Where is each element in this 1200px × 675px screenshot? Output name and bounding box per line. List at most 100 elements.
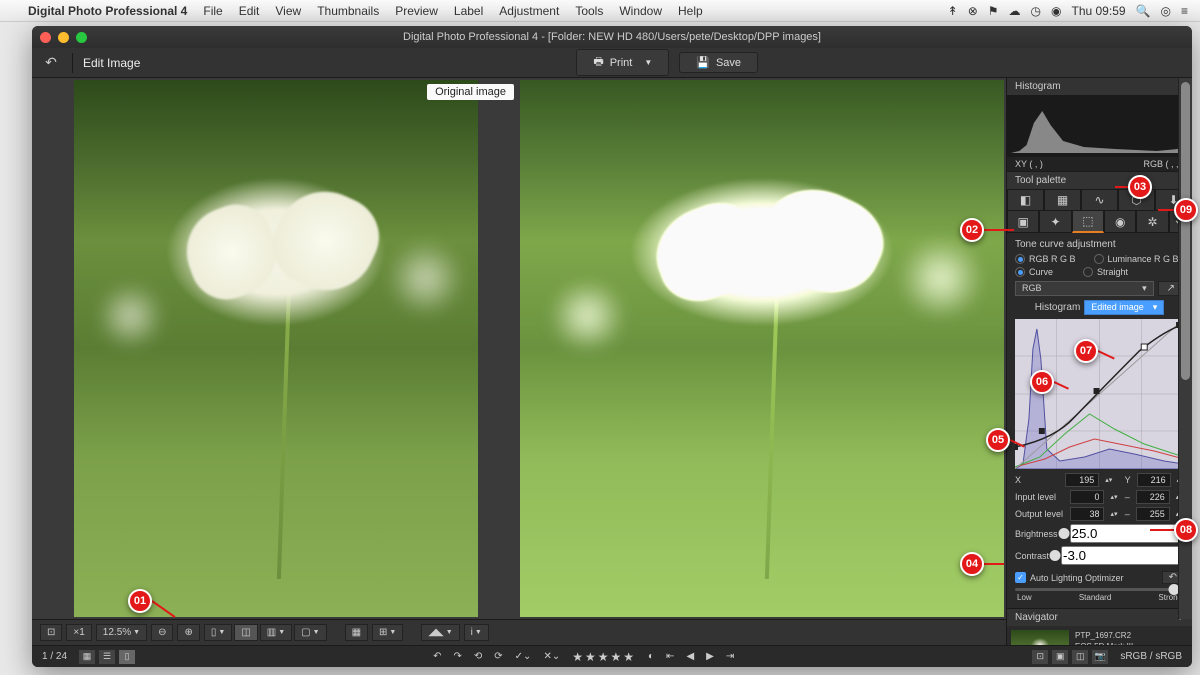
menu-item-view[interactable]: View [275, 4, 301, 18]
menu-item-label[interactable]: Label [454, 4, 483, 18]
contrast-value[interactable] [1061, 546, 1192, 565]
rgb-mode-radio[interactable]: RGB R G B [1015, 254, 1076, 264]
x-input[interactable] [1065, 473, 1099, 487]
original-pane[interactable]: Original image [34, 80, 518, 617]
tool-palette-header[interactable]: Tool palette▼ [1007, 172, 1192, 189]
curve-type-radio[interactable]: Curve [1015, 267, 1053, 277]
check-icon[interactable]: ✓⌄ [515, 651, 532, 662]
menu-item-help[interactable]: Help [678, 4, 703, 18]
next-icon[interactable]: ▶ [706, 651, 714, 662]
app-window: Digital Photo Professional 4 - [Folder: … [32, 26, 1192, 667]
color-label-icon[interactable]: ◐ [648, 651, 654, 662]
menu-item-window[interactable]: Window [619, 4, 662, 18]
last-icon[interactable]: ⇥ [726, 651, 734, 662]
star-rating[interactable]: ★★★★★ [572, 650, 636, 664]
pin2-icon[interactable]: ▣ [1052, 650, 1068, 664]
close-button[interactable] [40, 32, 51, 43]
zoom-button[interactable] [76, 32, 87, 43]
fit-button[interactable]: ⊡ [40, 624, 62, 641]
bluetooth-icon[interactable]: ↟ [948, 4, 958, 18]
straight-type-radio[interactable]: Straight [1083, 267, 1128, 277]
menu-item-edit[interactable]: Edit [239, 4, 260, 18]
lum-mode-radio[interactable]: Luminance R G B [1094, 254, 1179, 264]
spotlight-icon[interactable]: 🔍 [1136, 4, 1151, 18]
control-center-icon[interactable]: ≡ [1181, 4, 1188, 18]
callout-08: 08 [1174, 518, 1198, 542]
siri-icon[interactable]: ◎ [1161, 4, 1171, 18]
histogram-header[interactable]: Histogram▼ [1007, 78, 1192, 95]
split-v-button[interactable]: ◫ [234, 624, 257, 641]
info-button[interactable]: i▼ [464, 624, 489, 641]
tab-basic[interactable]: ◧ [1007, 189, 1044, 211]
first-icon[interactable]: ⇤ [666, 651, 674, 662]
mac-menubar: Digital Photo Professional 4 File Edit V… [0, 0, 1200, 22]
rotate-ccw-fine-icon[interactable]: ⟲ [474, 651, 482, 662]
zoom-level[interactable]: 12.5% ▼ [96, 624, 147, 641]
output-a[interactable] [1070, 507, 1104, 521]
edited-pane[interactable] [520, 80, 1004, 617]
menu-item-file[interactable]: File [203, 4, 222, 18]
callout-03: 03 [1128, 175, 1152, 199]
y-input[interactable] [1137, 473, 1171, 487]
highlight-warning-button[interactable]: ◢◣▼ [421, 624, 459, 641]
tab-settings[interactable]: ✲ [1136, 211, 1168, 233]
zoom-out-button[interactable]: ⊖ [151, 624, 173, 641]
rotate-cw-icon[interactable]: ↷ [454, 651, 462, 662]
navigator-thumb[interactable] [1011, 630, 1069, 645]
guides-button[interactable]: ⊞▼ [372, 624, 403, 641]
flag-icon[interactable]: ⚑ [988, 4, 999, 18]
save-button[interactable]: 💾 Save [679, 52, 758, 73]
xy-label: XY ( , ) [1015, 159, 1043, 169]
undo-icon[interactable]: ↶ [40, 52, 62, 74]
split-mode-button[interactable]: ▥▼ [260, 624, 292, 641]
wifi-icon[interactable]: ◉ [1051, 4, 1061, 18]
print-button[interactable]: 🖶 Print ▼ [576, 49, 669, 76]
tab-lens[interactable]: ◉ [1104, 211, 1136, 233]
single-button[interactable]: ▢▼ [294, 624, 326, 641]
pin1-icon[interactable]: ⊡ [1032, 650, 1048, 664]
histogram-mode-select[interactable]: Edited image▾ [1084, 300, 1164, 315]
input-a[interactable] [1070, 490, 1104, 504]
menu-item-tools[interactable]: Tools [575, 4, 603, 18]
x-stepper[interactable]: ▴▾ [1105, 477, 1112, 484]
rotate-ccw-icon[interactable]: ↶ [433, 651, 441, 662]
rotate-cw-fine-icon[interactable]: ⟳ [494, 651, 502, 662]
dropbox-icon[interactable]: ⊗ [968, 4, 978, 18]
split-h-button[interactable]: ▯▼ [204, 624, 232, 641]
grid-view-icon[interactable]: ▦ [79, 650, 95, 664]
camera-icon[interactable]: 📷 [1092, 650, 1108, 664]
edit-image-label[interactable]: Edit Image [83, 56, 140, 70]
navigator-header[interactable]: Navigator▼ [1007, 609, 1192, 626]
minimize-button[interactable] [58, 32, 69, 43]
app-name[interactable]: Digital Photo Professional 4 [28, 4, 187, 18]
input-b[interactable] [1136, 490, 1170, 504]
callout-05: 05 [986, 428, 1010, 452]
tab-dust[interactable]: ✦ [1039, 211, 1071, 233]
zoom-in-button[interactable]: ⊕ [177, 624, 199, 641]
menu-item-preview[interactable]: Preview [395, 4, 438, 18]
x-icon[interactable]: ✕⌄ [543, 651, 560, 662]
alo-slider[interactable] [1015, 588, 1184, 591]
timemachine-icon[interactable]: ◷ [1031, 4, 1041, 18]
clock[interactable]: Thu 09:59 [1072, 4, 1126, 18]
viewer: Original image ⊡ ×1 12.5% ▼ ⊖ ⊕ ▯▼ ◫ [32, 78, 1006, 645]
grid-button[interactable]: ▦ [345, 624, 368, 641]
traffic-lights [40, 32, 87, 43]
output-b[interactable] [1136, 507, 1170, 521]
single-view-icon[interactable]: ▯ [119, 650, 135, 664]
prev-icon[interactable]: ◀ [686, 651, 694, 662]
curve-editor[interactable] [1015, 319, 1184, 469]
channel-select[interactable]: RGB▾ [1015, 281, 1154, 296]
tab-detail[interactable]: ▦ [1044, 189, 1081, 211]
list-view-icon[interactable]: ☰ [99, 650, 115, 664]
pin3-icon[interactable]: ◫ [1072, 650, 1088, 664]
tab-tone[interactable]: ∿ [1081, 189, 1118, 211]
cloud-icon[interactable]: ☁ [1009, 4, 1021, 18]
menu-item-adjustment[interactable]: Adjustment [499, 4, 559, 18]
x1-button[interactable]: ×1 [66, 624, 91, 641]
menubar-status: ↟ ⊗ ⚑ ☁ ◷ ◉ Thu 09:59 🔍 ◎ ≡ [948, 4, 1188, 18]
alo-checkbox[interactable]: ✓ [1015, 572, 1026, 583]
menu-item-thumbnails[interactable]: Thumbnails [317, 4, 379, 18]
tab-crop[interactable]: ⬚ [1072, 211, 1104, 233]
main-toolbar: ↶ Edit Image 🖶 Print ▼ 💾 Save [32, 48, 1192, 78]
